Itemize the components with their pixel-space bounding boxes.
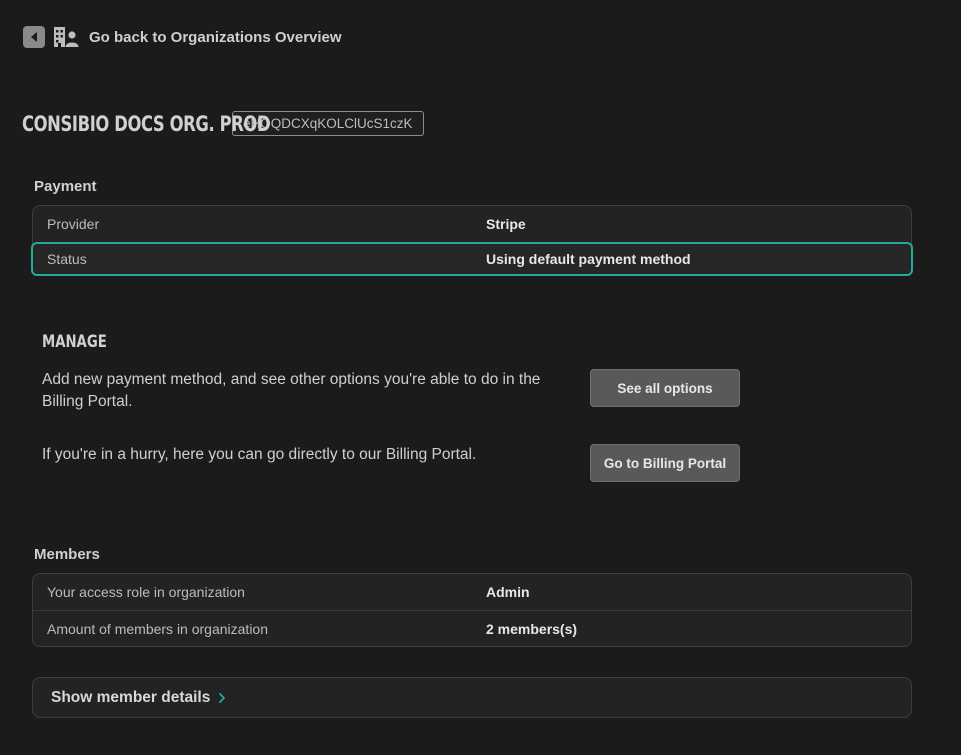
provider-value: Stripe <box>486 216 526 232</box>
access-role-value: Admin <box>486 584 530 600</box>
chevron-right-icon <box>218 692 226 704</box>
back-link-label[interactable]: Go back to Organizations Overview <box>89 29 342 46</box>
members-section-title: Members <box>34 546 100 563</box>
organization-header: CONSIBIO DOCS ORG. PROD eHOQDCXqKOLClUcS… <box>22 111 424 136</box>
status-value: Using default payment method <box>486 251 691 267</box>
billing-portal-description: If you're in a hurry, here you can go di… <box>42 446 477 463</box>
payment-status-row[interactable]: Status Using default payment method <box>31 242 913 276</box>
manage-section-title: MANAGE <box>42 332 107 352</box>
see-all-options-button[interactable]: See all options <box>590 369 740 407</box>
go-to-billing-portal-button[interactable]: Go to Billing Portal <box>590 444 740 482</box>
access-role-label: Your access role in organization <box>47 584 245 600</box>
member-count-value: 2 members(s) <box>486 620 578 637</box>
caret-left-icon <box>31 32 37 42</box>
provider-label: Provider <box>47 216 100 232</box>
payment-provider-row: Provider Stripe <box>33 206 911 242</box>
payment-table: Provider Stripe Status Using default pay… <box>31 205 913 276</box>
manage-options-description: Add new payment method, and see other op… <box>42 371 541 410</box>
organization-users-icon <box>53 26 79 48</box>
member-count-row: Amount of members in organization 2 memb… <box>33 610 911 646</box>
show-member-details-label: Show member details <box>51 688 211 706</box>
member-count-label: Amount of members in organization <box>47 620 268 637</box>
members-table: Your access role in organization Admin A… <box>32 573 912 647</box>
status-label: Status <box>47 251 87 267</box>
organization-name: CONSIBIO DOCS ORG. PROD <box>22 111 271 136</box>
show-member-details-toggle[interactable]: Show member details <box>32 677 912 718</box>
back-button[interactable] <box>23 26 45 48</box>
access-role-row: Your access role in organization Admin <box>33 574 911 610</box>
payment-section-title: Payment <box>34 178 97 195</box>
back-navigation: Go back to Organizations Overview <box>23 25 342 49</box>
